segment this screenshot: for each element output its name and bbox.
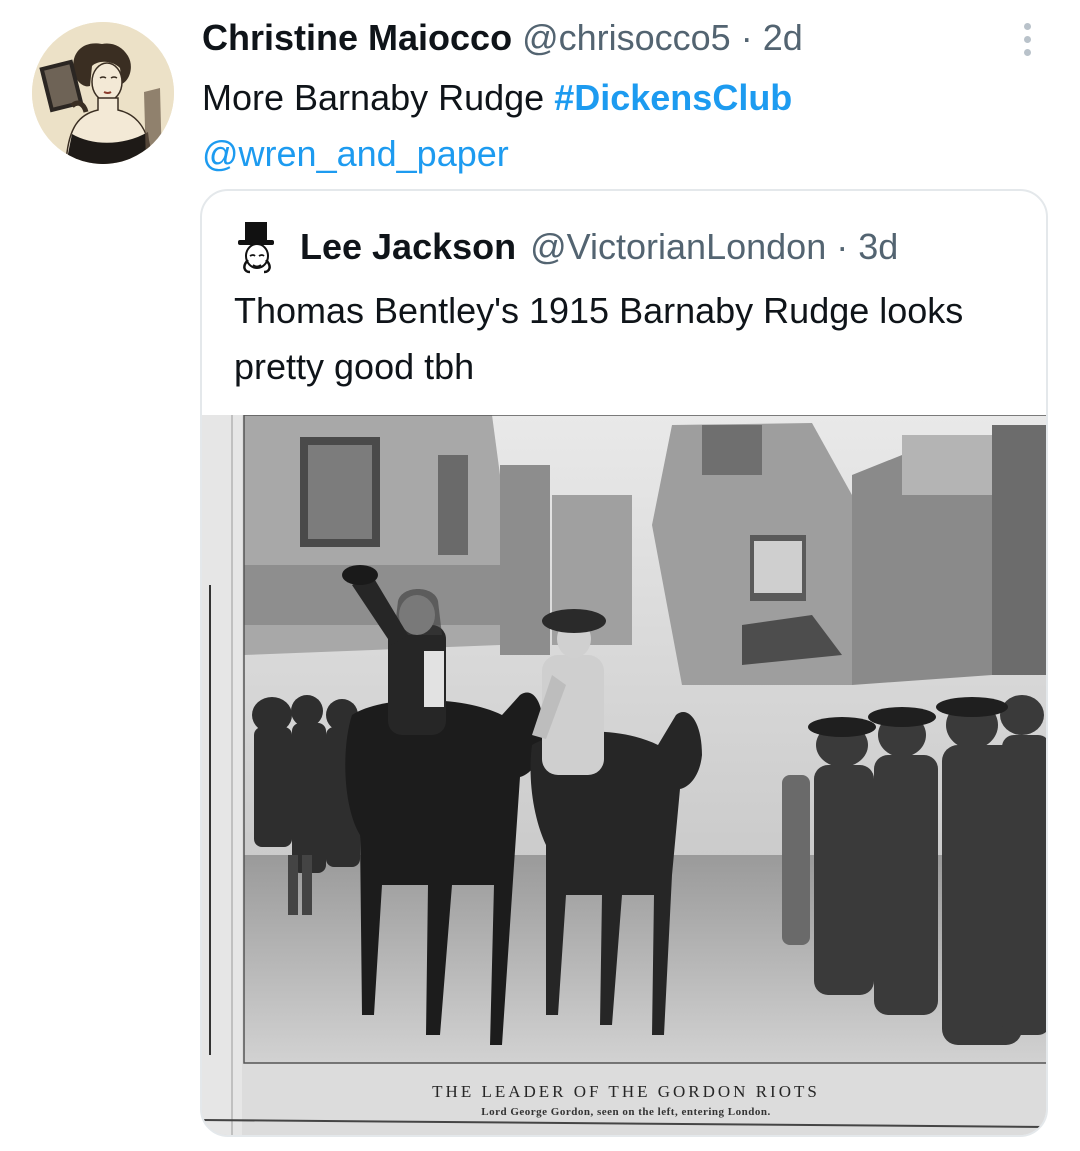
hashtag-link[interactable]: #DickensClub	[554, 77, 792, 118]
quoted-author-handle[interactable]: @VictorianLondon	[530, 226, 826, 268]
quoted-author-name[interactable]: Lee Jackson	[300, 226, 516, 268]
vintage-woman-reading-illustration-icon	[32, 22, 174, 164]
tweet[interactable]: Christine Maiocco @chrisocco5 · 2d More …	[0, 0, 1080, 1151]
quoted-tweet-photo[interactable]: THE LEADER OF THE GORDON RIOTS Lord Geor…	[202, 415, 1046, 1135]
separator-dot: ·	[740, 17, 753, 58]
quoted-author-avatar[interactable]	[232, 220, 282, 274]
more-options-button[interactable]	[1010, 18, 1044, 60]
author-avatar[interactable]	[32, 22, 174, 164]
mention-link[interactable]: @wren_and_paper	[202, 133, 509, 174]
quoted-tweet-card[interactable]: Lee Jackson @VictorianLondon · 3d Thomas…	[200, 189, 1048, 1137]
quoted-separator-dot: ·	[836, 226, 849, 267]
photo-caption-title: THE LEADER OF THE GORDON RIOTS	[432, 1082, 820, 1101]
tweet-header: Christine Maiocco @chrisocco5 · 2d	[202, 16, 803, 60]
photo-caption-subtitle: Lord George Gordon, seen on the left, en…	[481, 1106, 771, 1118]
quoted-tweet-timestamp[interactable]: 3d	[858, 226, 898, 268]
author-handle[interactable]: @chrisocco5	[522, 17, 731, 58]
tweet-timestamp[interactable]: 2d	[763, 17, 803, 58]
more-dots-icon	[1023, 22, 1031, 30]
film-still-photo	[202, 415, 1046, 1135]
quoted-tweet-text: Thomas Bentley's 1915 Barnaby Rudge look…	[234, 290, 964, 387]
author-name[interactable]: Christine Maiocco	[202, 17, 512, 58]
tweet-text: More Barnaby Rudge #DickensClub @wren_an…	[202, 70, 1022, 182]
top-hat-gentleman-icon	[238, 222, 274, 274]
tweet-body: More Barnaby Rudge	[202, 77, 545, 118]
quoted-tweet-header: Lee Jackson @VictorianLondon · 3d	[232, 219, 898, 275]
